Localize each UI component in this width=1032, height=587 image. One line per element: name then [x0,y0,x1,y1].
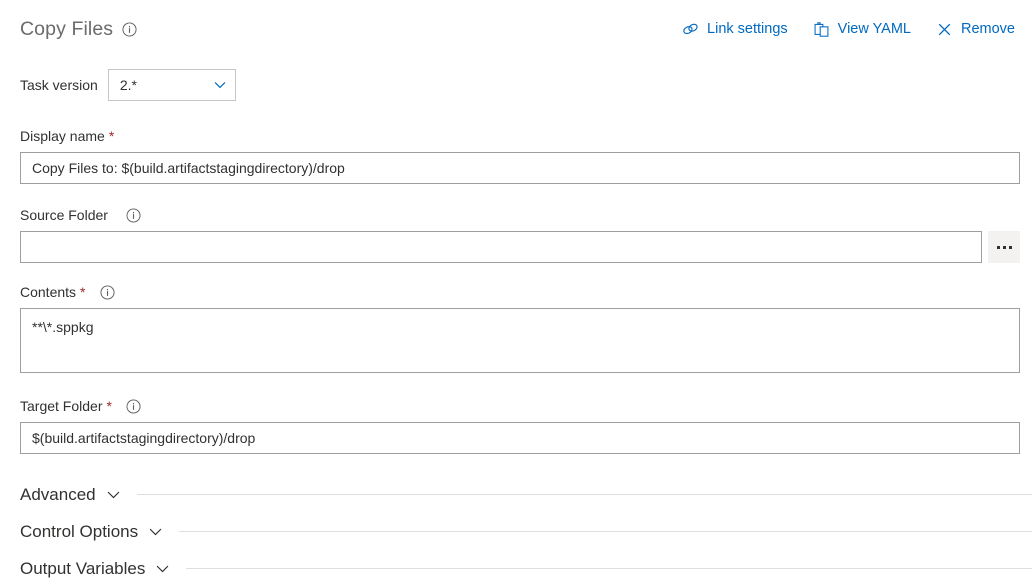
display-name-input[interactable] [20,152,1020,184]
remove-label: Remove [961,21,1015,37]
contents-field: Contents * [20,283,1020,373]
source-folder-label-text: Source Folder [20,207,108,223]
info-circle-icon[interactable] [126,398,141,414]
close-x-icon [936,21,953,38]
section-control-options-label: Control Options [20,521,139,541]
source-folder-field: Source Folder [20,206,1020,263]
section-divider [186,568,1032,569]
task-version-row: Task version 2.* [0,58,1032,104]
required-asterisk: * [80,284,86,300]
required-asterisk: * [108,128,115,144]
required-asterisk: * [106,398,112,414]
header-actions: Link settings View YAML Remove [682,21,1020,38]
view-yaml-button[interactable]: View YAML [813,21,911,38]
source-folder-label: Source Folder [20,206,1020,224]
source-folder-browse-button[interactable] [988,231,1020,263]
chevron-down-icon [213,78,227,92]
task-version-label: Task version [20,77,98,93]
section-output-variables-label: Output Variables [20,558,146,578]
task-header: Copy Files Link settings View YAML Remov… [0,0,1032,58]
contents-textarea[interactable] [20,308,1020,373]
info-circle-icon[interactable] [126,207,141,223]
chevron-down-icon [155,561,170,576]
view-yaml-label: View YAML [837,21,911,37]
info-circle-icon[interactable] [122,21,137,37]
display-name-label-text: Display name [20,128,105,144]
title-group: Copy Files [20,18,137,41]
task-version-dropdown[interactable]: 2.* [107,69,236,101]
ellipsis-icon [1008,245,1012,249]
target-folder-input[interactable] [20,422,1020,454]
target-folder-field: Target Folder * [20,397,1020,454]
section-control-options[interactable]: Control Options [20,513,1032,550]
link-chain-icon [682,21,699,38]
section-advanced-label: Advanced [20,484,96,504]
display-name-label: Display name * [20,127,1020,145]
page-title: Copy Files [20,17,114,40]
chevron-down-icon [148,524,163,539]
chevron-down-icon [106,487,121,502]
section-divider [179,531,1032,532]
clipboard-icon [813,21,830,38]
collapsible-sections: Advanced Control Options Output Variable… [0,476,1032,587]
section-output-variables[interactable]: Output Variables [20,550,1032,587]
remove-button[interactable]: Remove [936,21,1015,38]
source-folder-input-group [20,231,1020,263]
link-settings-label: Link settings [707,21,788,37]
display-name-field: Display name * [20,127,1020,184]
task-version-value: 2.* [119,77,137,93]
source-folder-input[interactable] [20,231,982,263]
task-form: Display name * Source Folder [0,104,1032,454]
info-circle-icon[interactable] [99,284,115,300]
target-folder-label: Target Folder * [20,397,1020,415]
link-settings-button[interactable]: Link settings [682,21,788,38]
section-advanced[interactable]: Advanced [20,476,1032,513]
contents-label: Contents * [20,283,1020,301]
target-folder-label-text: Target Folder [20,398,103,414]
ellipsis-icon [1002,245,1006,249]
ellipsis-icon [996,245,1000,249]
contents-label-text: Contents [20,284,77,300]
section-divider [136,494,1032,495]
